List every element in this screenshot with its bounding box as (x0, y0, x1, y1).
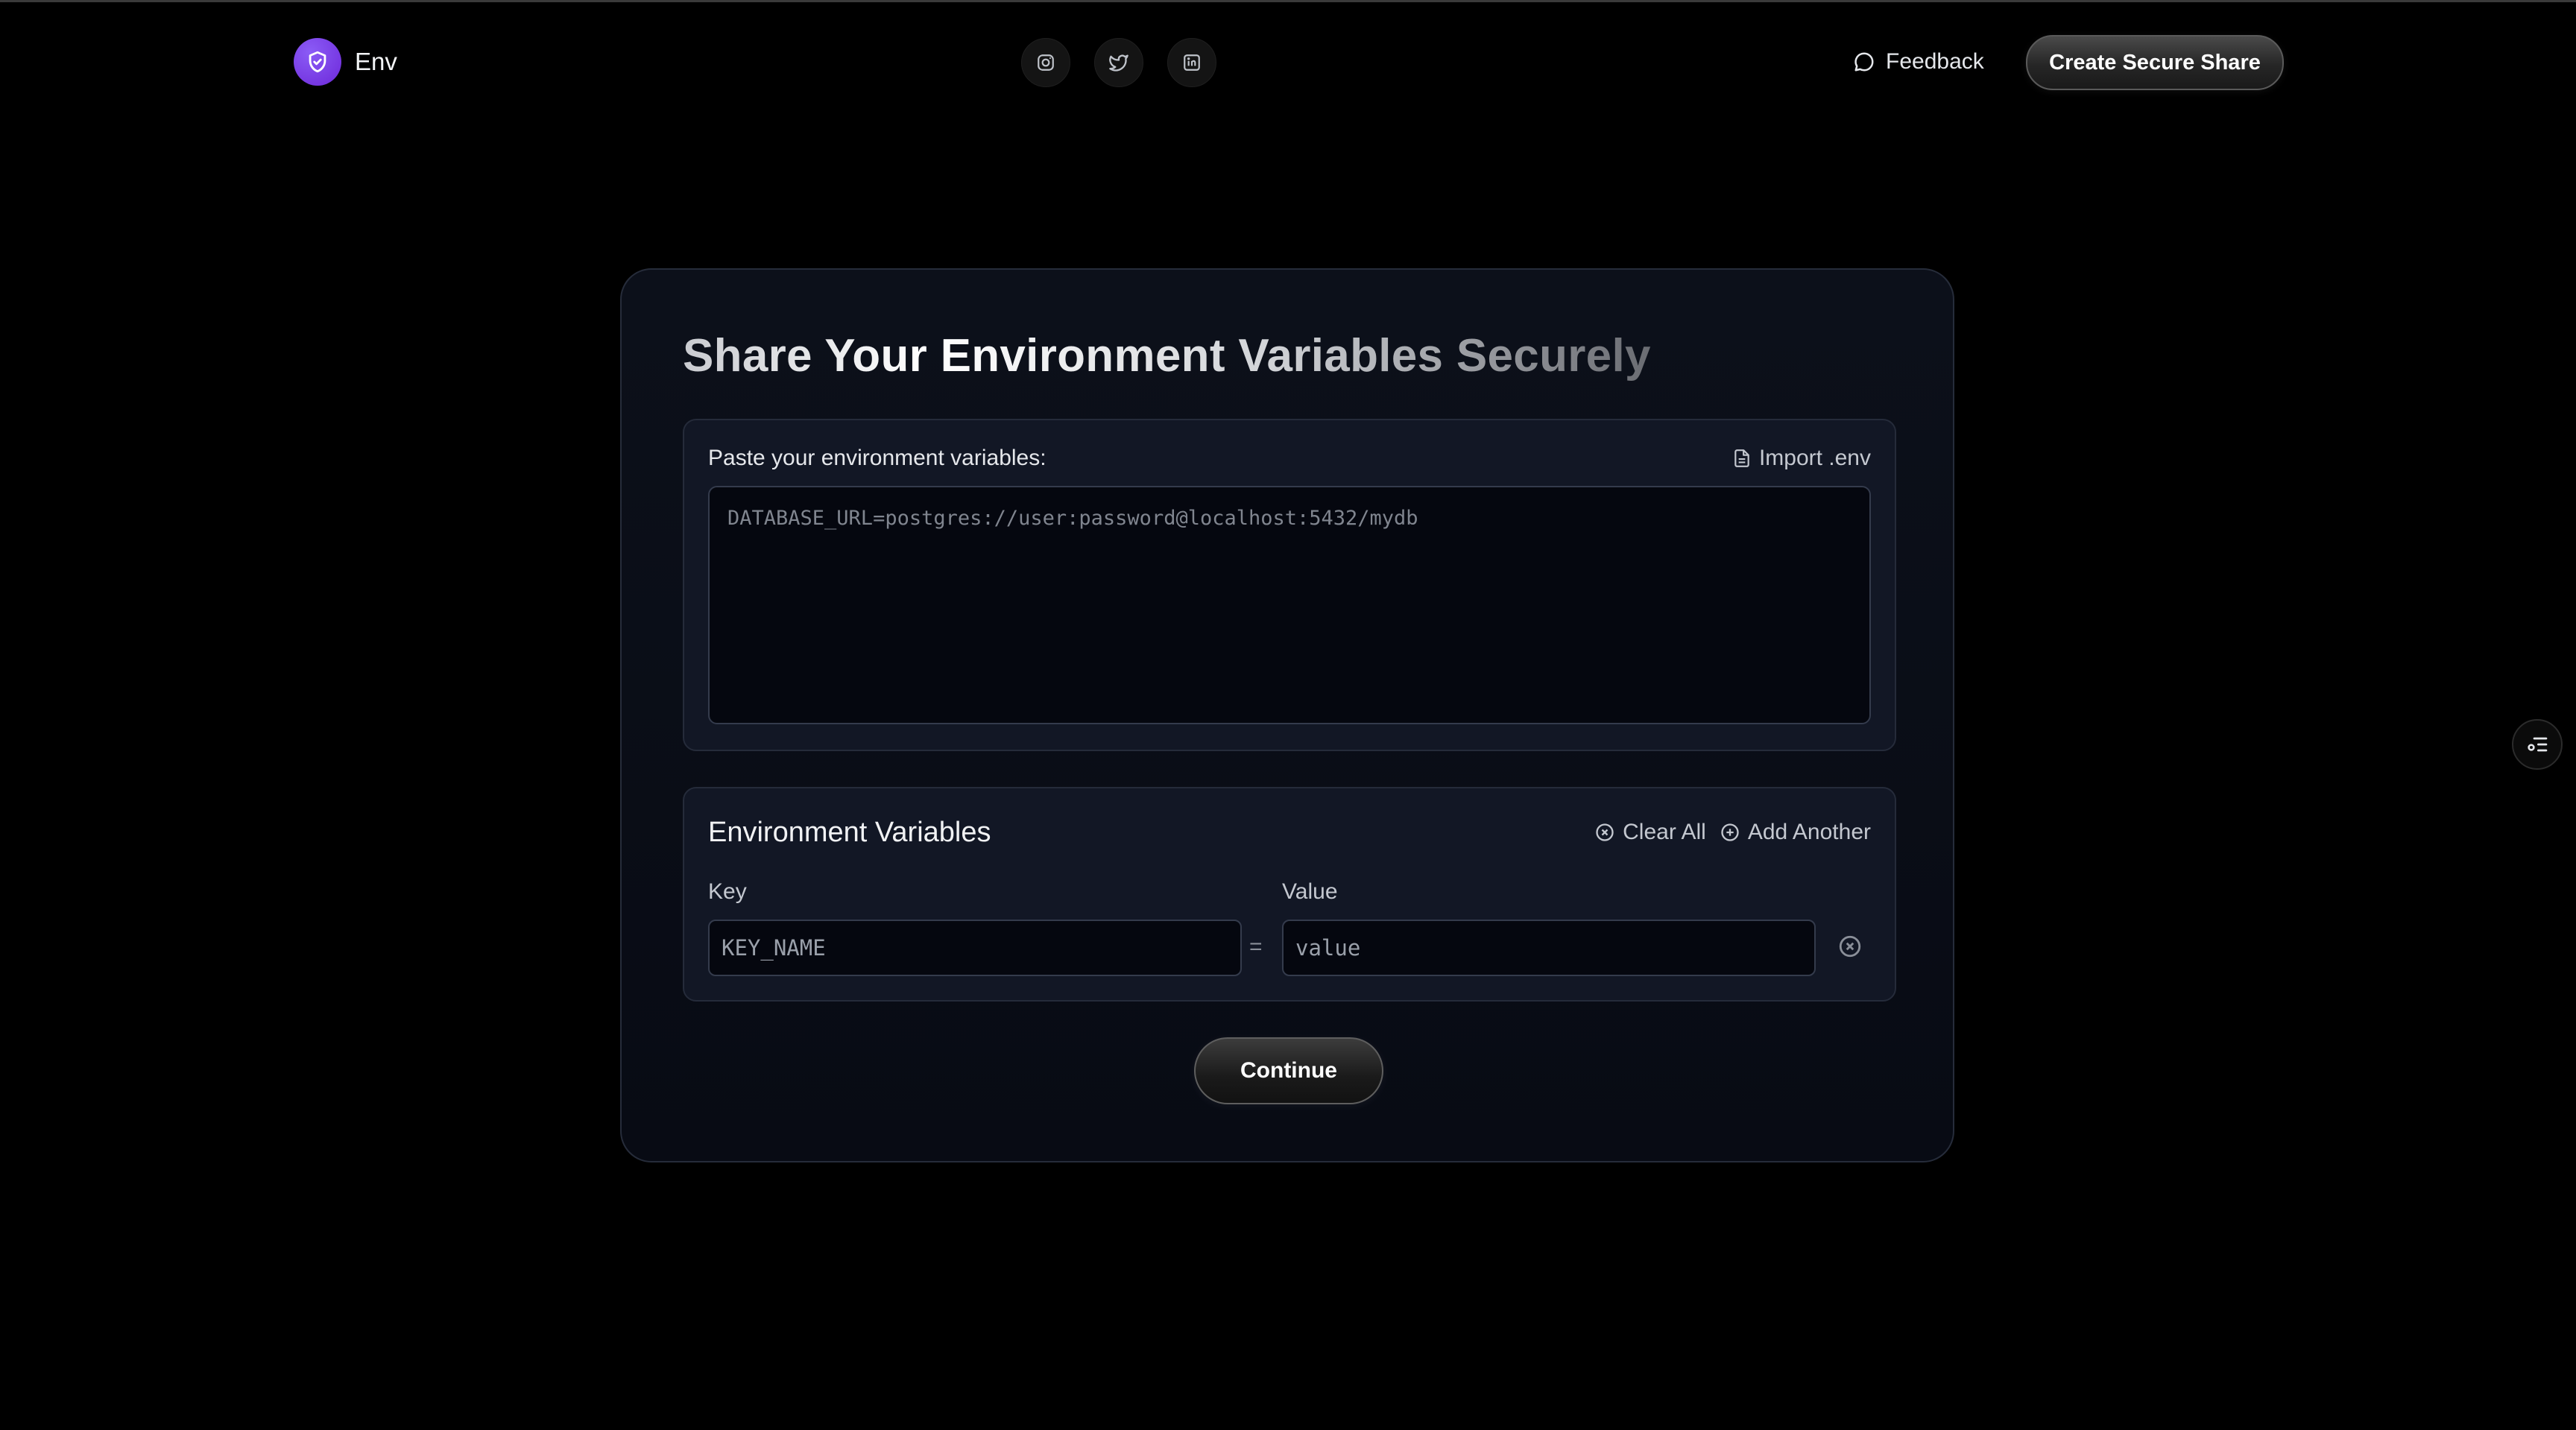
create-secure-share-button[interactable]: Create Secure Share (2026, 35, 2284, 90)
value-input[interactable]: value (1282, 920, 1816, 976)
chat-bubble-icon (1854, 52, 1874, 72)
circle-x-icon (1596, 823, 1614, 841)
linkedin-icon[interactable] (1167, 38, 1216, 87)
shield-logo-icon (294, 38, 341, 86)
list-settings-icon (2528, 737, 2548, 752)
key-label: Key (708, 879, 747, 904)
clear-all-label: Clear All (1623, 820, 1706, 844)
file-icon (1734, 449, 1749, 467)
remove-row-button[interactable] (1835, 931, 1865, 961)
key-input[interactable]: KEY_NAME (708, 920, 1242, 976)
variables-panel: Environment Variables Clear All Add Anot… (683, 787, 1896, 1002)
paste-label: Paste your environment variables: (708, 446, 1046, 470)
paste-panel: Paste your environment variables: Import… (683, 419, 1896, 751)
brand[interactable]: Env (294, 38, 397, 86)
continue-button[interactable]: Continue (1194, 1037, 1383, 1104)
circle-plus-icon (1721, 823, 1739, 841)
twitter-icon[interactable] (1094, 38, 1143, 87)
circle-x-icon (1839, 935, 1861, 958)
brand-name: Env (355, 48, 397, 75)
clear-all-button[interactable]: Clear All (1594, 820, 1706, 845)
equals-separator: = (1249, 934, 1263, 959)
add-another-button[interactable]: Add Another (1720, 820, 1871, 845)
feedback-button[interactable]: Feedback (1853, 46, 1984, 77)
variables-title: Environment Variables (708, 817, 991, 848)
share-card: Share Your Environment Variables Securel… (620, 268, 1954, 1162)
site-header: Env Feedback Create Secure Share (0, 0, 2576, 124)
value-label: Value (1282, 879, 1338, 904)
list-toggle-button[interactable] (2512, 719, 2563, 770)
import-env-label: Import .env (1758, 446, 1871, 470)
import-env-button[interactable]: Import .env (1732, 446, 1871, 471)
variables-actions: Clear All Add Another (1594, 820, 1871, 845)
feedback-label: Feedback (1886, 49, 1984, 74)
env-paste-textarea[interactable]: DATABASE_URL=postgres://user:password@lo… (708, 486, 1871, 724)
page-title: Share Your Environment Variables Securel… (683, 330, 1651, 382)
instagram-icon[interactable] (1021, 38, 1070, 87)
social-links (1021, 38, 1216, 87)
add-another-label: Add Another (1747, 820, 1871, 844)
